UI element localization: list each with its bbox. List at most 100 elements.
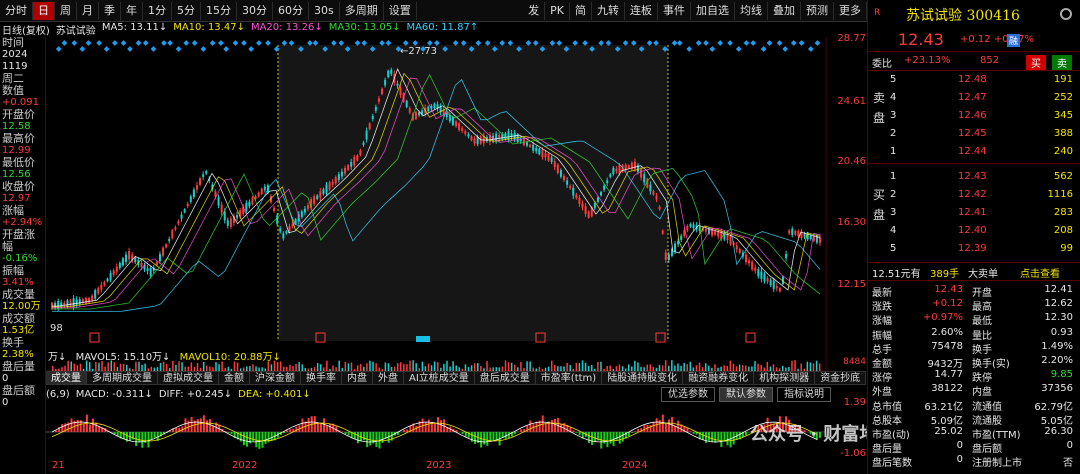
default-params-button[interactable]: 默认参数 — [719, 386, 773, 402]
stat-value: 63.21亿 — [924, 401, 963, 413]
tool-button-1[interactable]: PK — [545, 1, 570, 20]
period-button-9[interactable]: 30分 — [237, 1, 273, 20]
volume-bar — [101, 361, 103, 371]
bids-row[interactable]: 1 12.43 562 — [868, 168, 1080, 186]
asks-row[interactable]: 4 12.47 252 — [868, 89, 1080, 107]
indicator-tab-4[interactable]: 沪深金额 — [250, 372, 301, 384]
volume-bar — [452, 361, 454, 371]
macd-bar — [356, 432, 359, 444]
macd-bar — [196, 419, 199, 432]
period-button-7[interactable]: 5分 — [172, 1, 201, 20]
buy-button[interactable]: 买 — [1026, 55, 1046, 70]
period-button-12[interactable]: 多周期 — [340, 1, 384, 20]
indicator-help-button[interactable]: 指标说明 — [777, 386, 831, 402]
candle-body — [229, 218, 232, 227]
tool-button-3[interactable]: 九转 — [592, 1, 625, 20]
candle-body — [106, 278, 109, 282]
stat-value: 0 — [1066, 440, 1073, 452]
period-button-8[interactable]: 15分 — [201, 1, 237, 20]
deal-link[interactable]: 点击查看 — [1020, 265, 1060, 280]
indicator-tab-13[interactable]: 机构探测器 — [754, 372, 816, 384]
candle-body — [279, 228, 282, 232]
volume-bar — [794, 360, 796, 371]
tool-button-9[interactable]: 预测 — [801, 1, 834, 20]
indicator-tab-8[interactable]: AI立桩成交量 — [404, 372, 475, 384]
stat-label: 总手 — [872, 344, 892, 356]
macd-bar — [526, 425, 529, 432]
indicator-tab-10[interactable]: 市盈率(ttm) — [536, 372, 603, 384]
period-button-13[interactable]: 设置 — [384, 1, 417, 20]
indicator-tab-12[interactable]: 融资融券变化 — [683, 372, 755, 384]
signal-marker — [256, 40, 262, 46]
indicator-tab-6[interactable]: 内盘 — [342, 372, 373, 384]
period-button-4[interactable]: 季 — [99, 1, 121, 20]
asks-row[interactable]: 3 12.46 345 — [868, 107, 1080, 125]
candle-body — [337, 174, 340, 181]
asks-row[interactable]: 5 12.48 191 — [868, 71, 1080, 89]
sell-button[interactable]: 卖 — [1052, 55, 1072, 70]
period-button-1[interactable]: 日 — [33, 1, 55, 20]
volume-bar — [202, 362, 205, 371]
asks-row[interactable]: 2 12.45 388 — [868, 125, 1080, 143]
indicator-tab-3[interactable]: 金额 — [219, 372, 250, 384]
bids-row[interactable]: 5 12.39 99 — [868, 240, 1080, 258]
period-toolbar: 分时日周月季年 1分 5分 15分 30分 60分 30s 多周期 设置 发 PK 简九转 连板 事件加… — [0, 0, 867, 22]
period-button-5[interactable]: 年 — [121, 1, 143, 20]
macd-bar — [708, 432, 711, 441]
tool-button-4[interactable]: 连板 — [625, 1, 658, 20]
candle-body — [334, 177, 337, 184]
stat-value: 5.05亿 — [1040, 415, 1073, 427]
macd-scale-bottom: -1.06 — [840, 448, 866, 459]
period-button-10[interactable]: 60分 — [273, 1, 309, 20]
macd-bar — [92, 418, 95, 432]
macd-bar — [550, 420, 553, 432]
tool-button-10[interactable]: 更多 — [834, 1, 867, 20]
wb-label: 委比 — [872, 59, 892, 70]
period-button-6[interactable]: 1分 — [143, 1, 172, 20]
indicator-tab-9[interactable]: 盘后成交量 — [475, 372, 536, 384]
volume-bar — [387, 363, 390, 371]
macd-bar — [70, 418, 73, 432]
volume-bar — [218, 364, 220, 371]
asks-row[interactable]: 1 12.44 240 — [868, 143, 1080, 161]
tool-button-5[interactable]: 事件 — [658, 1, 691, 20]
indicator-tab-2[interactable]: 虚拟成交量 — [158, 372, 219, 384]
bids-row[interactable]: 3 12.41 283 — [868, 204, 1080, 222]
macd-bar — [664, 423, 667, 432]
candle-body — [118, 262, 121, 269]
indicator-tab-7[interactable]: 外盘 — [373, 372, 404, 384]
macd-bar — [631, 432, 634, 433]
indicator-tab-0[interactable]: 成交量 — [46, 372, 87, 384]
bids-row[interactable]: 4 12.40 208 — [868, 222, 1080, 240]
tool-button-0[interactable]: 发 — [523, 1, 546, 20]
gear-icon[interactable] — [1060, 8, 1072, 20]
period-button-3[interactable]: 月 — [77, 1, 99, 20]
volume-bar — [316, 363, 319, 371]
volume-bar — [618, 364, 621, 371]
candle-body — [189, 196, 192, 202]
candle-body — [763, 273, 766, 282]
indicator-tab-5[interactable]: 换手率 — [301, 372, 342, 384]
tool-button-2[interactable]: 简 — [570, 1, 592, 20]
candle-body — [307, 205, 309, 209]
candle-body — [387, 70, 390, 78]
tool-button-8[interactable]: 叠加 — [768, 1, 801, 20]
tool-button-7[interactable]: 均线 — [735, 1, 768, 20]
bids-row[interactable]: 2 12.42 1116 — [868, 186, 1080, 204]
period-button-11[interactable]: 30s — [309, 1, 340, 20]
volume-bar — [504, 360, 507, 371]
period-button-0[interactable]: 分时 — [0, 1, 33, 20]
optimal-params-button[interactable]: 优选参数 — [661, 386, 715, 402]
stat-row: 振幅 2.60% 量比 0.93 — [868, 327, 1080, 342]
macd-chart[interactable] — [46, 402, 826, 460]
kline-chart[interactable] — [46, 37, 866, 371]
macd-bar — [227, 432, 230, 433]
asks-price: 12.44 — [958, 146, 987, 157]
indicator-tab-14[interactable]: 资金抄底 — [815, 372, 867, 384]
volume-chart[interactable] — [46, 358, 866, 371]
tool-button-6[interactable]: 加自选 — [691, 1, 735, 20]
indicator-tab-11[interactable]: 陆股通持股变化 — [602, 372, 684, 384]
candle-body — [661, 230, 664, 234]
period-button-2[interactable]: 周 — [55, 1, 77, 20]
indicator-tab-1[interactable]: 多周期成交量 — [87, 372, 158, 384]
